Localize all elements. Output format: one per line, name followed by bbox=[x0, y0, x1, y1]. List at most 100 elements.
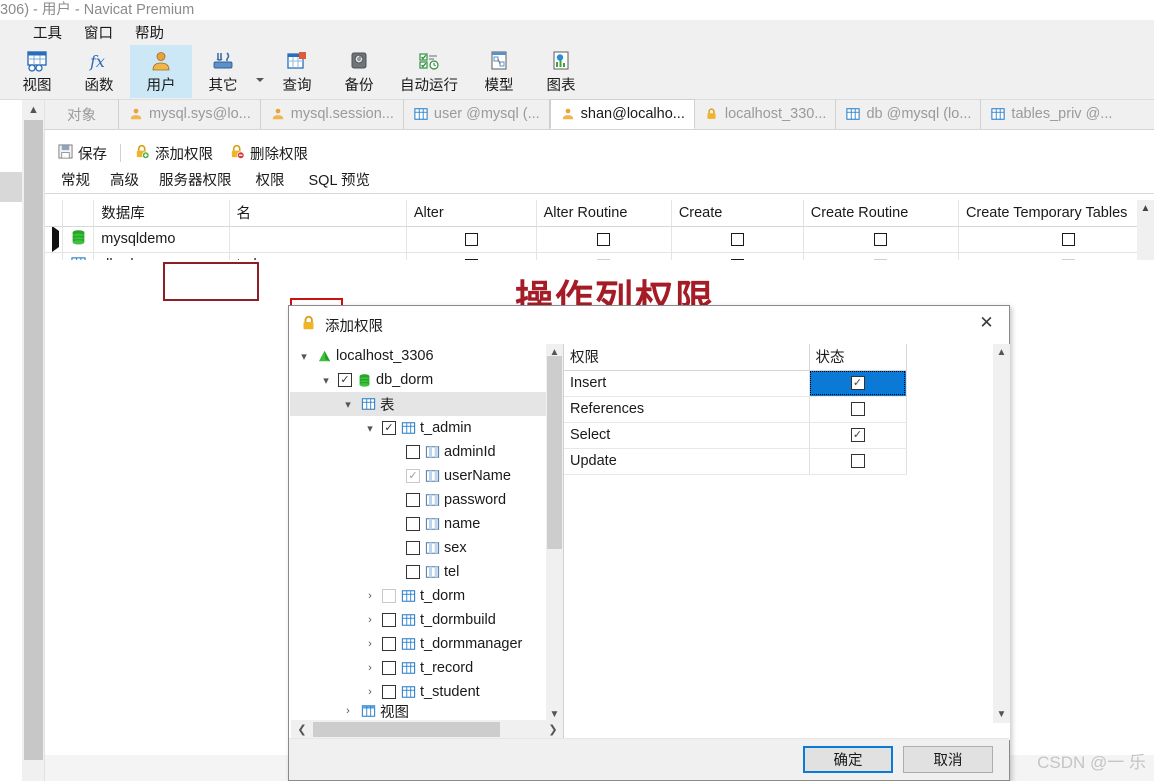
chevron-down-icon[interactable]: ▾ bbox=[318, 374, 334, 387]
menu-item-window[interactable]: 窗口 bbox=[73, 20, 124, 45]
scroll-left-icon[interactable]: ❮ bbox=[291, 723, 313, 736]
object-tree[interactable]: ▾ localhost_3306 ▾ ✓ db_dorm ▾ 表 ▾ ✓ t_a… bbox=[290, 344, 564, 740]
grid-col-create-routine[interactable]: Create Routine bbox=[803, 200, 959, 227]
cell-create-checkbox[interactable] bbox=[671, 252, 804, 260]
menu-item-tools[interactable]: 工具 bbox=[22, 20, 73, 45]
tree-checkbox[interactable] bbox=[406, 493, 420, 507]
privilege-row-update[interactable]: Update bbox=[564, 448, 907, 475]
table-row[interactable]: mysqldemo bbox=[45, 226, 1154, 253]
tree-checkbox[interactable] bbox=[406, 445, 420, 459]
close-icon[interactable]: ✕ bbox=[964, 306, 1009, 340]
scroll-up-icon[interactable]: ▲ bbox=[993, 344, 1010, 361]
privilege-state-checkbox[interactable]: ✓ bbox=[809, 370, 907, 397]
main-vertical-scrollbar[interactable]: ▲ bbox=[22, 100, 45, 781]
tree-checkbox[interactable] bbox=[382, 661, 396, 675]
ribbon-button-query[interactable]: 查询 bbox=[266, 45, 328, 98]
tree-node-name[interactable]: name bbox=[290, 512, 563, 536]
ribbon-button-automation[interactable]: 自动运行 bbox=[390, 45, 468, 98]
tree-node-tables[interactable]: ▾ 表 bbox=[290, 392, 563, 416]
tree-checkbox[interactable] bbox=[406, 565, 420, 579]
tab-general[interactable]: 常规 bbox=[51, 166, 100, 193]
ribbon-button-view[interactable]: 视图 bbox=[6, 45, 68, 98]
tree-node-t-dorm[interactable]: › t_dorm bbox=[290, 584, 563, 608]
cancel-button[interactable]: 取消 bbox=[903, 746, 993, 773]
tree-node-t-dormmanager[interactable]: › t_dormmanager bbox=[290, 632, 563, 656]
tab-shan-localhost[interactable]: shan@localho... bbox=[549, 99, 695, 129]
grid-col-name[interactable]: 名 bbox=[229, 200, 407, 227]
privilege-row-references[interactable]: References bbox=[564, 396, 907, 423]
scrollbar-thumb[interactable] bbox=[313, 722, 500, 737]
cell-create-temp-checkbox[interactable] bbox=[958, 226, 1154, 253]
add-privilege-button[interactable]: 添加权限 bbox=[127, 140, 220, 167]
chevron-down-icon[interactable]: ▾ bbox=[362, 422, 378, 435]
tree-node-t-dormbuild[interactable]: › t_dormbuild bbox=[290, 608, 563, 632]
tree-vertical-scrollbar[interactable]: ▲ ▼ bbox=[546, 344, 563, 723]
tab-tables-priv[interactable]: tables_priv @... bbox=[981, 99, 1121, 129]
ribbon-button-others[interactable]: 其它 bbox=[192, 45, 254, 98]
tree-checkbox[interactable] bbox=[382, 637, 396, 651]
chevron-right-icon[interactable]: › bbox=[362, 614, 378, 626]
table-row[interactable]: db_dorm t_dorm bbox=[45, 252, 1154, 260]
privilege-state-checkbox[interactable] bbox=[809, 396, 907, 423]
tab-mysql-session[interactable]: mysql.session... bbox=[261, 99, 404, 129]
tab-user-mysql[interactable]: user @mysql (... bbox=[404, 99, 550, 129]
grid-col-database[interactable]: 数据库 bbox=[93, 200, 230, 227]
tree-node-sex[interactable]: sex bbox=[290, 536, 563, 560]
others-dropdown-caret[interactable] bbox=[254, 45, 266, 98]
tab-db-mysql[interactable]: db @mysql (lo... bbox=[836, 99, 982, 129]
grid-col-create-temp-tables[interactable]: Create Temporary Tables bbox=[958, 200, 1154, 227]
tree-node-t-record[interactable]: › t_record bbox=[290, 656, 563, 680]
tree-node-userName[interactable]: ✓ userName bbox=[290, 464, 563, 488]
chevron-right-icon[interactable]: › bbox=[362, 638, 378, 650]
tab-server-privileges[interactable]: 服务器权限 bbox=[149, 166, 242, 193]
tree-node-password[interactable]: password bbox=[290, 488, 563, 512]
ok-button[interactable]: 确定 bbox=[803, 746, 893, 773]
cell-alter-routine-checkbox[interactable] bbox=[536, 252, 672, 260]
tab-objects[interactable]: 对象 bbox=[45, 99, 119, 129]
tree-checkbox[interactable]: ✓ bbox=[338, 373, 352, 387]
scroll-up-icon[interactable]: ▲ bbox=[22, 100, 45, 120]
tree-checkbox[interactable] bbox=[382, 589, 396, 603]
tree-node-t-admin[interactable]: ▾ ✓ t_admin bbox=[290, 416, 563, 440]
tree-node-adminId[interactable]: adminId bbox=[290, 440, 563, 464]
ribbon-button-backup[interactable]: 备份 bbox=[328, 45, 390, 98]
grid-col-alter[interactable]: Alter bbox=[406, 200, 537, 227]
chevron-right-icon[interactable]: › bbox=[362, 662, 378, 674]
privilege-list[interactable]: 权限 状态 Insert ✓ References Select ✓ Updat… bbox=[564, 344, 1010, 740]
chevron-down-icon[interactable]: ▾ bbox=[340, 398, 356, 411]
chevron-right-icon[interactable]: › bbox=[362, 686, 378, 698]
tab-sql-preview[interactable]: SQL 预览 bbox=[299, 166, 381, 193]
tab-localhost-3306[interactable]: localhost_330... bbox=[695, 99, 837, 129]
tab-mysql-sys[interactable]: mysql.sys@lo... bbox=[119, 99, 261, 129]
tree-checkbox[interactable] bbox=[406, 517, 420, 531]
tree-node-db-dorm[interactable]: ▾ ✓ db_dorm bbox=[290, 368, 563, 392]
chevron-down-icon[interactable]: ▾ bbox=[296, 350, 312, 363]
tree-checkbox[interactable]: ✓ bbox=[406, 469, 420, 483]
cell-alter-routine-checkbox[interactable] bbox=[536, 226, 672, 253]
grid-col-alter-routine[interactable]: Alter Routine bbox=[536, 200, 672, 227]
ribbon-button-chart[interactable]: 图表 bbox=[530, 45, 592, 98]
chevron-right-icon[interactable]: › bbox=[362, 590, 378, 602]
save-button[interactable]: 保存 bbox=[51, 140, 114, 167]
ribbon-button-model[interactable]: 模型 bbox=[468, 45, 530, 98]
grid-vertical-scrollbar[interactable]: ▲ bbox=[1137, 200, 1154, 260]
delete-privilege-button[interactable]: 删除权限 bbox=[222, 140, 315, 167]
scrollbar-thumb[interactable] bbox=[24, 120, 43, 760]
ribbon-button-user[interactable]: 用户 bbox=[130, 45, 192, 98]
grid-col-create[interactable]: Create bbox=[671, 200, 804, 227]
privilege-state-checkbox[interactable]: ✓ bbox=[809, 422, 907, 449]
chevron-right-icon[interactable]: › bbox=[340, 705, 356, 717]
tab-advanced[interactable]: 高级 bbox=[100, 166, 149, 193]
tree-node-views[interactable]: › 视图 bbox=[290, 704, 563, 719]
scroll-down-icon[interactable]: ▼ bbox=[993, 706, 1010, 723]
tree-node-tel[interactable]: tel bbox=[290, 560, 563, 584]
cell-alter-checkbox[interactable] bbox=[406, 226, 537, 253]
cell-create-temp-checkbox[interactable] bbox=[958, 252, 1154, 260]
tree-checkbox[interactable] bbox=[406, 541, 420, 555]
cell-create-routine-checkbox[interactable] bbox=[803, 226, 959, 253]
cell-create-checkbox[interactable] bbox=[671, 226, 804, 253]
tree-node-t-student[interactable]: › t_student bbox=[290, 680, 563, 704]
privilege-row-select[interactable]: Select ✓ bbox=[564, 422, 907, 449]
tree-checkbox[interactable]: ✓ bbox=[382, 421, 396, 435]
tree-horizontal-scrollbar[interactable]: ❮ ❯ bbox=[291, 720, 563, 739]
